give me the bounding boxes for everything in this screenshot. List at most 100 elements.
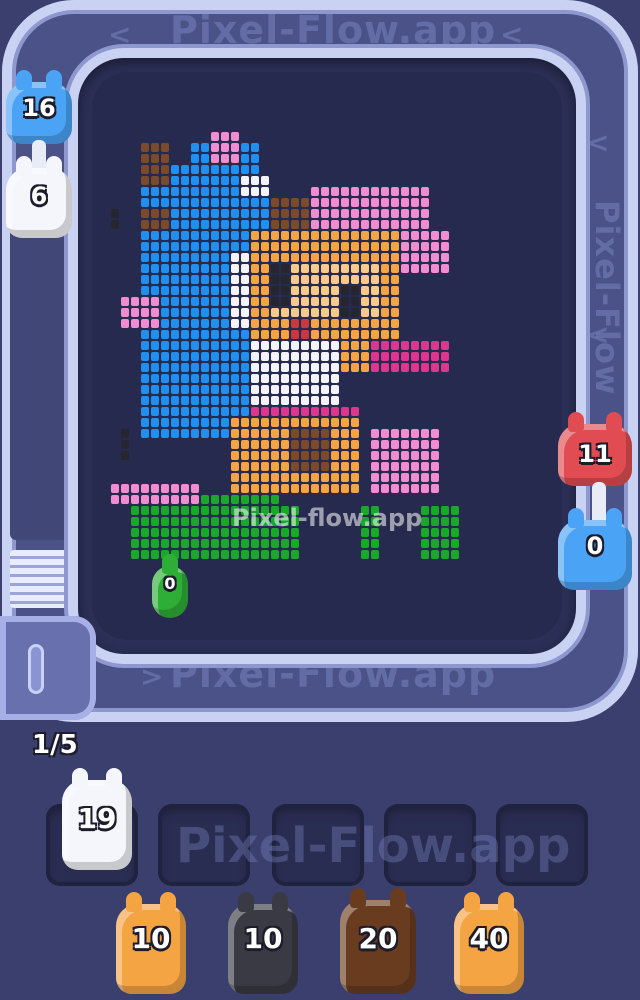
pixel-block xyxy=(231,187,239,196)
pixel-block xyxy=(431,242,439,251)
pixel-block xyxy=(371,429,379,438)
pixel-block xyxy=(381,231,389,240)
pixel-block xyxy=(221,396,229,405)
queue-critter-bottom[interactable]: 10 xyxy=(228,892,298,994)
pixel-block xyxy=(301,220,309,229)
pixel-block xyxy=(271,473,279,482)
pixel-block xyxy=(161,352,169,361)
pixel-block xyxy=(401,220,409,229)
pixel-block xyxy=(151,407,159,416)
pixel-block xyxy=(261,330,269,339)
pixel-block xyxy=(251,330,259,339)
pixel-block xyxy=(161,319,169,328)
pixel-block xyxy=(361,352,369,361)
pixel-block xyxy=(381,187,389,196)
pixel-block xyxy=(391,363,399,372)
pixel-block xyxy=(351,407,359,416)
pixel-block xyxy=(381,462,389,471)
green-critter[interactable]: 0 xyxy=(152,554,188,618)
pixel-block xyxy=(131,528,139,537)
pixel-block xyxy=(191,407,199,416)
pixel-block xyxy=(211,407,219,416)
pixel-block xyxy=(221,209,229,218)
pixel-block xyxy=(431,473,439,482)
pixel-block xyxy=(321,352,329,361)
pixel-block xyxy=(311,363,319,372)
pixel-block xyxy=(261,374,269,383)
pixel-block xyxy=(441,363,449,372)
pixel-block xyxy=(221,275,229,284)
pixel-block xyxy=(231,297,239,306)
pixel-block xyxy=(421,198,429,207)
pixel-block xyxy=(181,187,189,196)
pixel-block xyxy=(431,253,439,262)
pixel-block xyxy=(321,253,329,262)
queue-critter-right[interactable]: 0 xyxy=(558,508,632,590)
pixel-block xyxy=(141,506,149,515)
pixel-block xyxy=(241,198,249,207)
pixel-block xyxy=(311,462,319,471)
pixel-block xyxy=(251,297,259,306)
pixel-block xyxy=(141,429,149,438)
pixel-block xyxy=(271,275,279,284)
pixel-block xyxy=(191,220,199,229)
pixel-block xyxy=(241,308,249,317)
pixel-block xyxy=(141,385,149,394)
pixel-block xyxy=(181,528,189,537)
pixel-block xyxy=(151,495,159,504)
active-critter[interactable]: 19 xyxy=(62,768,132,870)
pixel-block xyxy=(391,352,399,361)
pixel-block xyxy=(281,407,289,416)
pixel-block xyxy=(181,264,189,273)
pixel-block xyxy=(421,264,429,273)
pixel-block xyxy=(381,253,389,262)
pixel-block xyxy=(231,484,239,493)
queue-critter-bottom[interactable]: 20 xyxy=(340,888,416,994)
pixel-block xyxy=(421,451,429,460)
track-watermark-right: Pixel-Flow xyxy=(588,200,626,396)
pixel-block xyxy=(311,330,319,339)
pixel-block xyxy=(121,297,129,306)
launcher-cannon[interactable] xyxy=(0,616,96,720)
pixel-block xyxy=(151,275,159,284)
pixel-block xyxy=(151,528,159,537)
pixel-block xyxy=(171,319,179,328)
pixel-block xyxy=(141,539,149,548)
pixel-block xyxy=(241,341,249,350)
pixel-block xyxy=(141,286,149,295)
pixel-block xyxy=(161,198,169,207)
pixel-block xyxy=(261,495,269,504)
queue-critter-bottom[interactable]: 10 xyxy=(116,892,186,994)
pixel-block xyxy=(311,275,319,284)
pixel-block xyxy=(181,396,189,405)
pixel-block xyxy=(401,484,409,493)
critter-count: 16 xyxy=(22,94,56,122)
pixel-block xyxy=(221,374,229,383)
pixel-block xyxy=(381,220,389,229)
pixel-block xyxy=(381,451,389,460)
queue-critter-left[interactable]: 16 xyxy=(6,70,72,144)
pixel-block xyxy=(201,209,209,218)
pixel-block xyxy=(331,209,339,218)
pixel-block xyxy=(291,539,299,548)
pixel-block xyxy=(211,352,219,361)
pixel-block xyxy=(341,253,349,262)
pixel-block xyxy=(251,308,259,317)
pixel-block xyxy=(181,352,189,361)
pixel-block xyxy=(231,275,239,284)
pixel-block xyxy=(141,407,149,416)
queue-critter-bottom[interactable]: 40 xyxy=(454,892,524,994)
pixel-block xyxy=(261,209,269,218)
queue-critter-left[interactable]: 6 xyxy=(6,156,72,238)
pixel-block xyxy=(301,242,309,251)
pixel-block xyxy=(361,308,369,317)
queue-critter-right[interactable]: 11 xyxy=(558,412,632,486)
pixel-block xyxy=(151,176,159,185)
pixel-block xyxy=(191,550,199,559)
pixel-block xyxy=(311,231,319,240)
pixel-block xyxy=(321,473,329,482)
pixel-block xyxy=(131,539,139,548)
pixel-block xyxy=(221,231,229,240)
pixel-block xyxy=(251,176,259,185)
pixel-block xyxy=(251,341,259,350)
